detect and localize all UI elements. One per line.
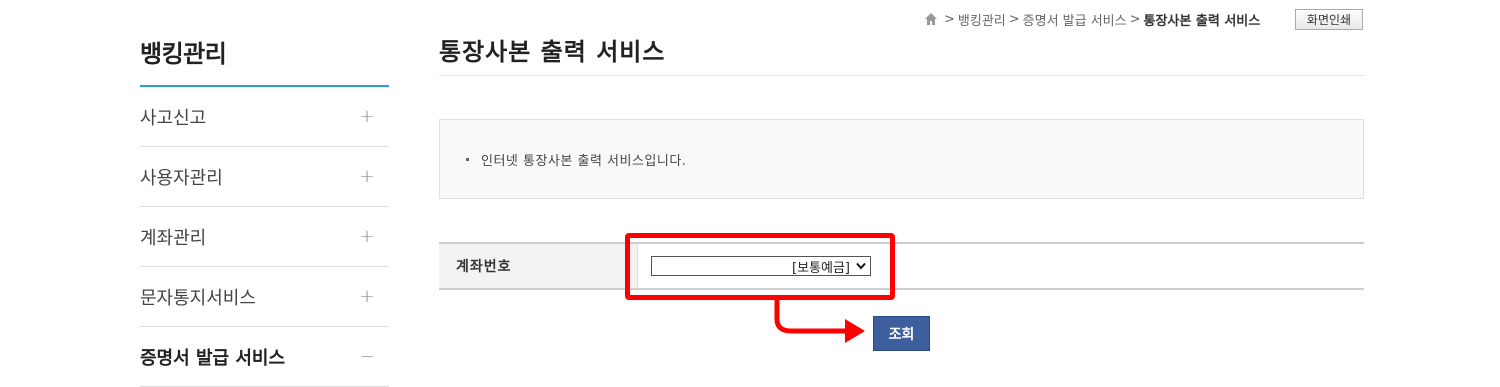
highlight-box (625, 233, 895, 300)
sidebar-item-account-management[interactable]: 계좌관리 + (140, 207, 389, 267)
account-form-table: 계좌번호 [보통예금] (439, 242, 1364, 290)
breadcrumb-current: 통장사본 출력 서비스 (1143, 13, 1261, 29)
plus-icon[interactable]: + (357, 226, 377, 247)
sidebar-item-label: 사용자관리 (140, 167, 223, 189)
notice-box: 인터넷 통장사본 출력 서비스입니다. (439, 119, 1364, 199)
home-icon[interactable] (924, 12, 938, 26)
sidebar-item-label: 계좌관리 (140, 227, 207, 249)
plus-icon[interactable]: + (357, 166, 377, 187)
bullet-icon (466, 157, 469, 161)
print-button[interactable]: 화면인쇄 (1295, 9, 1363, 30)
breadcrumb-item-certificate[interactable]: 증명서 발급 서비스 (1023, 10, 1127, 29)
account-number-label: 계좌번호 (439, 244, 638, 288)
minus-icon[interactable]: − (357, 346, 377, 367)
plus-icon[interactable]: + (357, 106, 377, 127)
sidebar-item-accident-report[interactable]: 사고신고 + (140, 87, 389, 147)
title-divider (439, 75, 1364, 76)
sidebar-item-certificate-service[interactable]: 증명서 발급 서비스 − (140, 327, 389, 387)
sidebar-item-user-management[interactable]: 사용자관리 + (140, 147, 389, 207)
breadcrumb: > 뱅킹관리 > 증명서 발급 서비스 > 통장사본 출력 서비스 (924, 9, 1260, 29)
breadcrumb-separator: > (1008, 11, 1020, 27)
arrow-icon (774, 295, 865, 343)
plus-icon[interactable]: + (357, 286, 377, 307)
page-title: 통장사본 출력 서비스 (439, 38, 666, 66)
breadcrumb-item-banking[interactable]: 뱅킹관리 (958, 10, 1006, 29)
breadcrumb-separator: > (1129, 11, 1141, 27)
sidebar-item-sms-notification[interactable]: 문자통지서비스 + (140, 267, 389, 327)
breadcrumb-separator: > (944, 11, 955, 27)
sidebar-item-label: 증명서 발급 서비스 (140, 347, 286, 369)
sidebar-item-label: 사고신고 (140, 107, 207, 129)
notice-text: 인터넷 통장사본 출력 서비스입니다. (481, 153, 687, 169)
sidebar-menu: 사고신고 + 사용자관리 + 계좌관리 + 문자통지서비스 + 증명서 발급 서… (140, 87, 389, 387)
search-button[interactable]: 조회 (873, 316, 930, 351)
sidebar-item-label: 문자통지서비스 (140, 287, 256, 309)
sidebar-title: 뱅킹관리 (140, 40, 227, 68)
